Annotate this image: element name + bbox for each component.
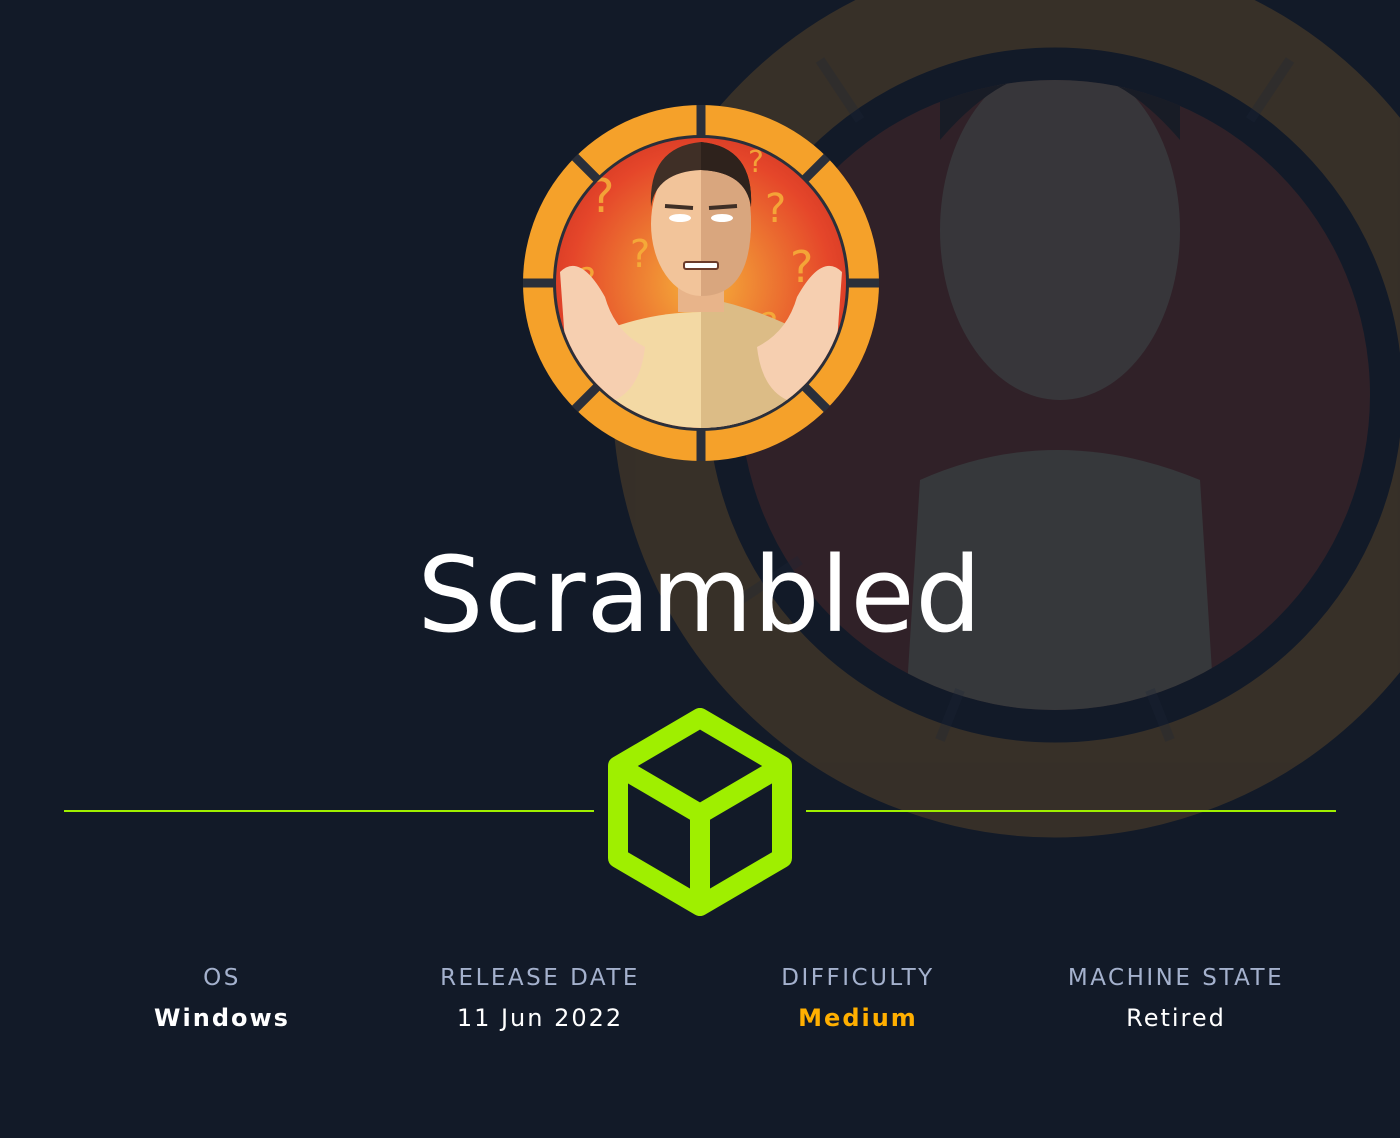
divider-line-left	[64, 810, 594, 812]
stat-difficulty: DIFFICULTY Medium	[699, 962, 1017, 1034]
stat-os-value: Windows	[154, 1004, 290, 1032]
stat-machine-state: MACHINE STATE Retired	[1017, 962, 1335, 1034]
svg-text:?: ?	[630, 232, 650, 276]
machine-name: Scrambled	[417, 534, 983, 656]
stat-machine-state-value: Retired	[1126, 1004, 1226, 1032]
stat-os: OS Windows	[63, 962, 381, 1034]
stat-release-date-value: 11 Jun 2022	[456, 1004, 624, 1032]
divider-line-right	[806, 810, 1336, 812]
stat-release-date: RELEASE DATE 11 Jun 2022	[381, 962, 699, 1034]
svg-text:?: ?	[765, 186, 786, 232]
machine-avatar: ? ? ? ? ? ? ?	[523, 105, 879, 461]
stat-difficulty-label: DIFFICULTY	[781, 965, 935, 991]
stat-machine-state-label: MACHINE STATE	[1067, 965, 1285, 991]
stat-os-label: OS	[203, 965, 241, 991]
machine-stats: OS Windows RELEASE DATE 11 Jun 2022 DIFF…	[63, 962, 1335, 1052]
cube-icon	[608, 708, 792, 916]
stat-difficulty-value: Medium	[798, 1004, 918, 1032]
stat-release-date-label: RELEASE DATE	[440, 965, 640, 991]
